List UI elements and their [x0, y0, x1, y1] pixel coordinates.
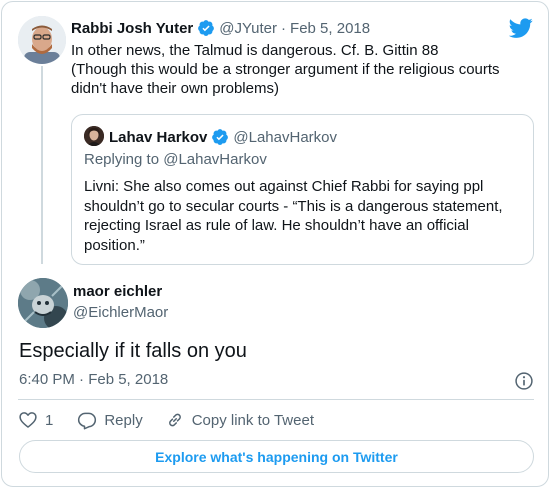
parent-tweet-line: didn't have their own problems) [71, 80, 279, 97]
tweet-embed-card: Rabbi Josh Yuter @JYuter · Feb 5, 2018 I… [1, 1, 549, 487]
main-author-name[interactable]: maor eichler [73, 283, 162, 300]
reply-button[interactable]: Reply [77, 410, 143, 430]
copy-link-label: Copy link to Tweet [191, 411, 314, 429]
explore-twitter-button[interactable]: Explore what's happening on Twitter [19, 440, 534, 473]
info-icon[interactable] [514, 371, 534, 391]
main-author-handle[interactable]: @EichlerMaor [73, 304, 168, 321]
parent-author-name[interactable]: Rabbi Josh Yuter [71, 20, 193, 37]
thread-connector-line [41, 66, 43, 264]
reply-bubble-icon [78, 412, 97, 430]
like-button[interactable]: 1 [18, 410, 53, 430]
parent-author-handle[interactable]: @JYuter [219, 20, 277, 37]
parent-tweet-line: (Though this would be a stronger argumen… [71, 61, 500, 78]
like-count: 1 [45, 411, 54, 429]
parent-tweet-text: In other news, the Talmud is dangerous. … [71, 41, 531, 98]
quoted-tweet-header: Lahav Harkov @LahavHarkov [109, 127, 337, 147]
quoted-tweet-text: Livni: She also comes out against Chief … [84, 177, 524, 255]
main-tweet-timestamp[interactable]: 6:40 PM · Feb 5, 2018 [19, 371, 168, 388]
quoted-author-handle: @LahavHarkov [233, 128, 337, 146]
quoted-author-avatar [84, 126, 104, 146]
main-tweet-text: Especially if it falls on you [19, 340, 247, 362]
actions-divider [18, 399, 534, 400]
tweet-actions-bar: 1 Reply Copy link to Tweet [18, 409, 314, 431]
reply-label: Reply [104, 411, 143, 429]
quoted-replying-to: Replying to @LahavHarkov [84, 151, 267, 168]
quoted-author-name: Lahav Harkov [109, 128, 208, 146]
quoted-tweet-line: rejecting Israel as rule of law. He shou… [84, 217, 469, 234]
quoted-tweet-line: position.” [84, 236, 145, 254]
quoted-tweet-line: shouldn’t go to secular courts - “This i… [84, 197, 503, 215]
link-icon [168, 413, 181, 427]
parent-tweet-header: Rabbi Josh Yuter @JYuter · Feb 5, 2018 [71, 18, 370, 38]
parent-tweet-line: In other news, the Talmud is dangerous. … [71, 42, 439, 59]
parent-author-avatar[interactable] [18, 16, 66, 64]
quoted-tweet-line: Livni: She also comes out against Chief … [84, 178, 484, 195]
verified-badge-icon [212, 129, 229, 145]
copy-link-button[interactable]: Copy link to Tweet [165, 410, 314, 430]
verified-badge-icon [198, 20, 215, 36]
header-separator: · [281, 19, 287, 37]
heart-icon [19, 412, 37, 428]
twitter-bird-icon[interactable] [509, 16, 533, 40]
quoted-tweet[interactable]: Lahav Harkov @LahavHarkov Replying to @L… [71, 114, 534, 265]
parent-tweet-date[interactable]: Feb 5, 2018 [290, 20, 370, 37]
main-author-avatar[interactable] [18, 278, 68, 328]
